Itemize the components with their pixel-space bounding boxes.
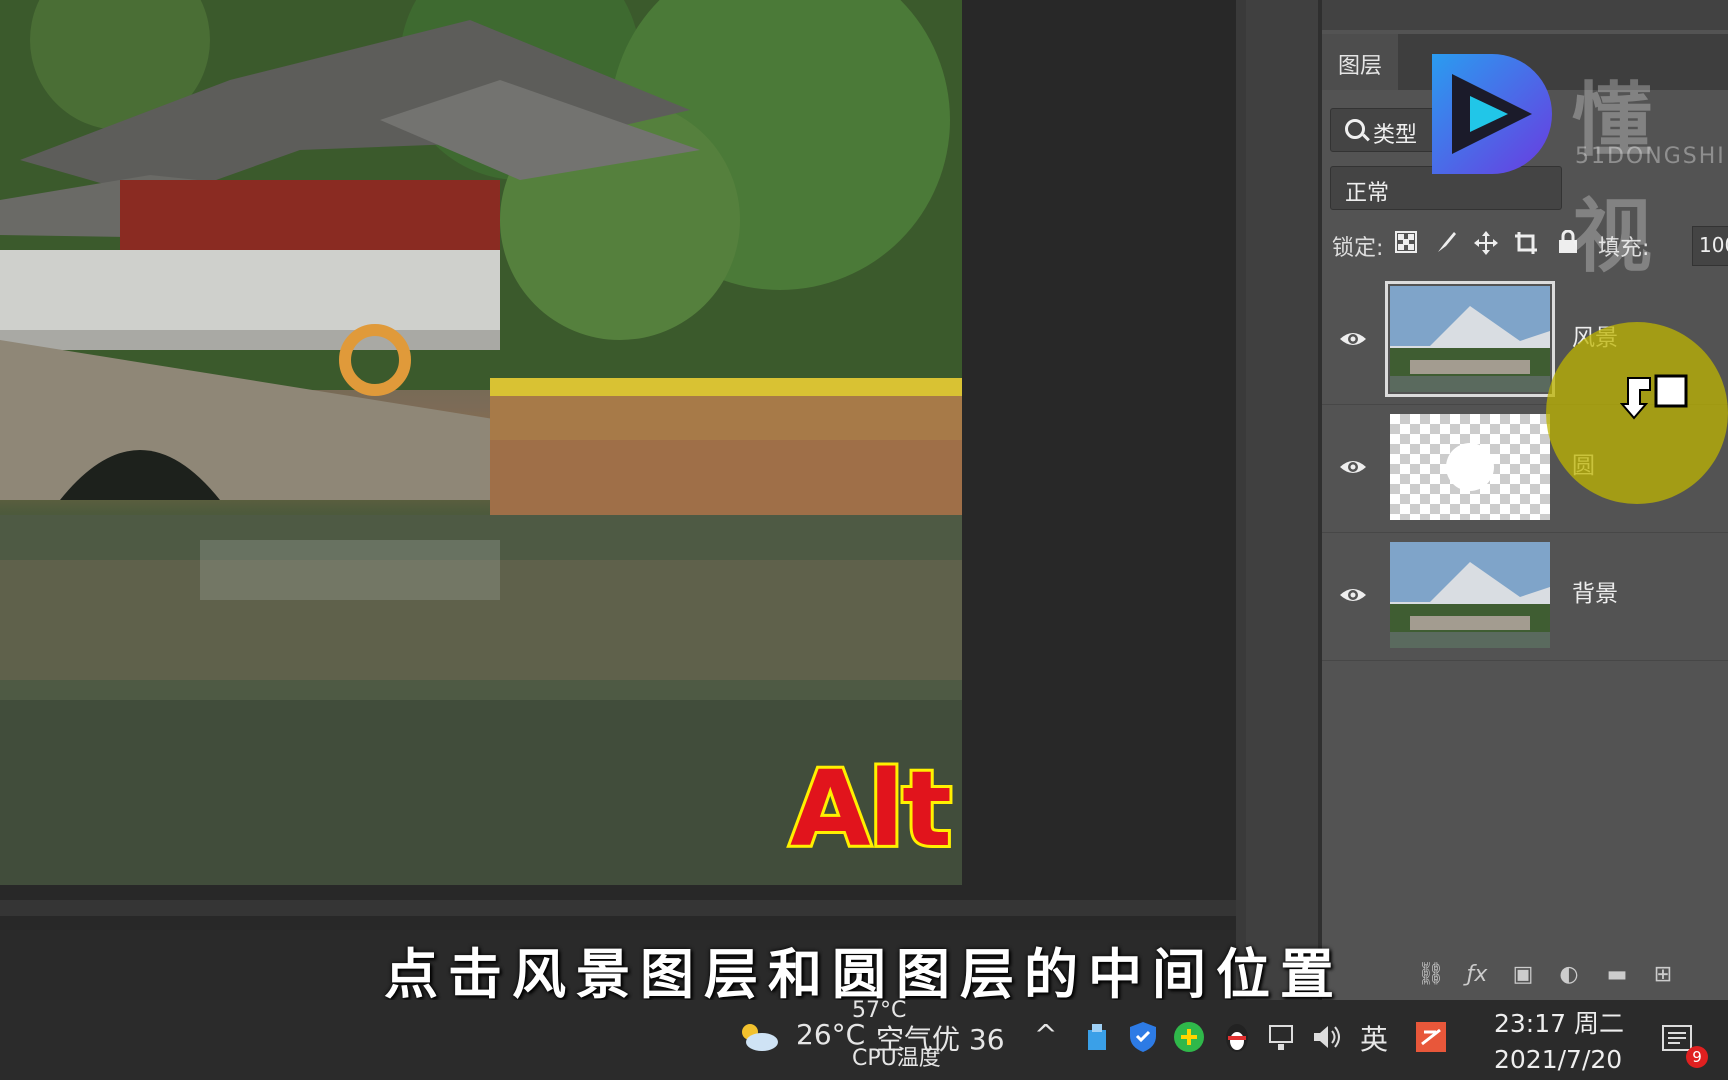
lock-position-icon[interactable] (1472, 230, 1500, 258)
clipping-mask-cursor-icon (1620, 374, 1688, 420)
lock-transparent-pixels-icon[interactable] (1392, 230, 1420, 258)
tab-layers[interactable]: 图层 (1322, 34, 1399, 90)
lock-label: 锁定: (1332, 236, 1384, 261)
volume-icon[interactable] (1310, 1020, 1344, 1054)
layer-thumbnail-landscape (1385, 281, 1555, 397)
notification-badge: 9 (1686, 1046, 1708, 1068)
alt-key-overlay: Alt (787, 745, 955, 873)
usb-drive-icon[interactable] (1080, 1020, 1114, 1054)
weather-cloud-sun-icon[interactable] (736, 1020, 780, 1054)
network-icon[interactable] (1266, 1020, 1300, 1054)
lock-artboard-icon[interactable] (1512, 230, 1540, 258)
filter-kind-label: 类型 (1373, 123, 1418, 148)
watermark-text-en: 51DONGSHI.C (1575, 144, 1728, 169)
layer-thumbnail-background (1390, 542, 1550, 648)
taskbar: 26°C 57°C 空气优 36 CPU温度 ^ 英 23:17 周二 2021… (0, 998, 1728, 1080)
collapsed-panel-strip (1246, 0, 1318, 1000)
layer-row[interactable]: 背景 (1322, 532, 1728, 661)
visibility-eye-icon[interactable] (1338, 580, 1368, 610)
search-icon (1345, 119, 1365, 139)
watermark-logo: 懂视 51DONGSHI.C (1412, 34, 1728, 283)
blend-mode-value: 正常 (1345, 181, 1390, 206)
layer-name[interactable]: 背景 (1572, 574, 1618, 608)
panel-divider (1236, 0, 1246, 1000)
landscape-photo: Alt (0, 0, 962, 885)
ime-indicator[interactable]: 英 (1360, 1018, 1388, 1058)
clock-date: 2021/7/20 (1494, 1045, 1623, 1074)
visibility-eye-icon[interactable] (1338, 324, 1368, 354)
layer-thumbnail-circle (1390, 414, 1550, 520)
clock[interactable]: 23:17 周二 2021/7/20 (1494, 1006, 1624, 1078)
visibility-eye-icon[interactable] (1338, 452, 1368, 482)
play-logo-icon (1432, 54, 1552, 174)
document-canvas[interactable]: Alt (0, 0, 1320, 930)
panel-topbar (1322, 0, 1728, 30)
security-shield-icon[interactable] (1126, 1020, 1160, 1054)
lock-image-pixels-icon[interactable] (1432, 230, 1460, 258)
canvas-horizontal-scrollbar[interactable] (0, 900, 1236, 916)
clock-time: 23:17 周二 (1494, 1009, 1624, 1038)
chevron-up-icon[interactable]: ^ (1034, 1018, 1057, 1051)
tab-layers-label: 图层 (1338, 54, 1383, 79)
qq-penguin-icon[interactable] (1220, 1020, 1254, 1054)
watermark-text-cn: 懂视 (1572, 74, 1692, 283)
app-tray-icon[interactable] (1414, 1020, 1448, 1054)
health-plus-icon[interactable] (1172, 1020, 1206, 1054)
cpu-temp-label: CPU温度 (852, 1046, 941, 1071)
